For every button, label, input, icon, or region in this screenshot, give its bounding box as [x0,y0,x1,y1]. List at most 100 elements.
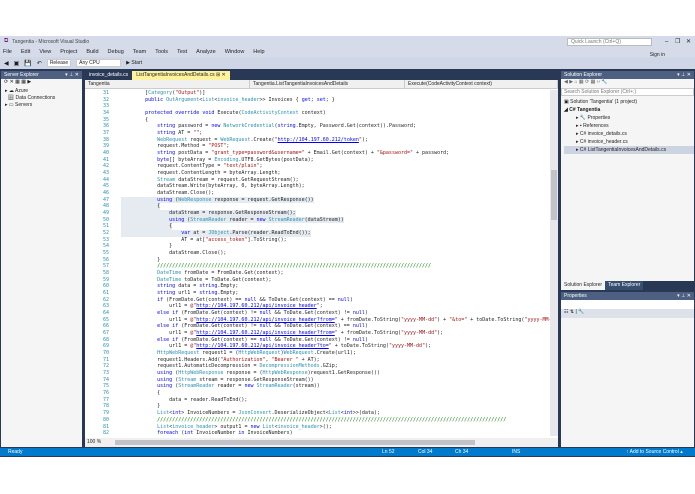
configuration-select[interactable]: Release [46,59,72,67]
code-line[interactable]: 63 url1 = @"http://104.197.60.212/api/in… [85,303,550,310]
code-line[interactable]: 40 string postData = "grant_type=passwor… [85,150,550,157]
close-tab-icon[interactable]: ⊞ ✕ [216,72,226,78]
code-line[interactable]: 31 [Category("Output")] [85,90,550,97]
code-line[interactable]: 62 if (FromDate.Get(context) == null && … [85,297,550,304]
zoom-level[interactable]: 100 % [87,439,101,445]
save-icon[interactable]: 💾 [24,60,31,67]
code-line[interactable]: 48 { [85,203,550,211]
code-line[interactable]: 73 using (HttpWebResponse response = (Ht… [85,370,550,377]
code-line[interactable]: 57 /////////////////////////////////////… [85,263,550,270]
tree-item-data-connections[interactable]: 🗄 Data Connections [5,95,82,102]
maximize-button[interactable]: ❐ [675,38,680,45]
code-line[interactable]: 44 Stream dataStream = request.GetReques… [85,177,550,184]
code-line[interactable]: 61 string url1 = string.Empty; [85,290,550,297]
code-line[interactable]: 35 { [85,117,550,124]
project-nav-dropdown[interactable]: Tangentia [85,80,250,88]
tree-properties[interactable]: ▸ 🔧 Properties [564,114,694,122]
menu-build[interactable]: Build [86,49,98,55]
close-button[interactable]: ✕ [686,38,691,45]
code-line[interactable]: 65 url1 = @"http://104.197.60.212/api/in… [85,317,550,324]
code-line[interactable]: 77 data = reader.ReadToEnd(); [85,397,550,404]
code-line[interactable]: 70 HttpWebRequest request1 = (HttpWebReq… [85,350,550,357]
code-line[interactable]: 64 else if (FromDate.Get(context) != nul… [85,310,550,317]
code-line[interactable]: 55 dataStream.Close(); [85,250,550,257]
menu-edit[interactable]: Edit [21,49,30,55]
code-line[interactable]: 42 request.ContentType = "text/plain"; [85,163,550,170]
code-line[interactable]: 66 else if (FromDate.Get(context) != nul… [85,323,550,330]
code-line[interactable]: 39 request.Method = "POST"; [85,143,550,150]
back-icon[interactable]: ◀ [4,60,9,67]
code-line[interactable]: 37 string AT = ""; [85,130,550,137]
member-nav-dropdown[interactable]: Execute(CodeActivityContext context) [405,80,558,88]
tree-item-azure[interactable]: ▸ ☁ Azure [5,88,82,95]
tree-references[interactable]: ▸ ▪ References [564,122,694,130]
code-line[interactable]: 58 DateTime fromDate = FromDate.Get(cont… [85,270,550,277]
code-line[interactable]: 68 else if (FromDate.Get(context) == nul… [85,337,550,344]
code-line[interactable]: 59 DateTime toDate = ToDate.Get(context)… [85,277,550,284]
menu-analyze[interactable]: Analyze [196,49,216,55]
code-line[interactable]: 60 string data = string.Empty; [85,283,550,290]
code-area[interactable]: 31 [Category("Output")] 32 public OutArgu… [85,90,550,436]
code-line[interactable]: 75 using (StreamReader reader = new Stre… [85,383,550,390]
code-line[interactable]: 80 /////////////////////////////////////… [85,417,550,424]
code-line[interactable]: 41 byte[] byteArray = Encoding.UTF8.GetB… [85,157,550,164]
code-line[interactable]: 45 dataStream.Write(byteArray, 0, byteAr… [85,183,550,190]
code-line[interactable]: 81 List<invoice_header> output1 = new Li… [85,424,550,431]
code-line[interactable]: 46 dataStream.Close(); [85,190,550,197]
code-line[interactable]: 67 url1 = @"http://104.197.60.212/api/in… [85,330,550,337]
menu-team[interactable]: Team [133,49,146,55]
tree-item-servers[interactable]: ▸ ▭ Servers [5,102,82,109]
close-icon[interactable]: ▾ ⊥ ✕ [65,71,79,79]
tree-file[interactable]: ▸ C# invoice_header.cs [564,138,694,146]
code-line[interactable]: 34 protected override void Execute(CodeA… [85,110,550,117]
tree-project[interactable]: ◢ C# Tangentia [564,106,694,114]
code-line[interactable]: 79 List<int> InvoiceNumbers = JsonConver… [85,410,550,417]
code-line[interactable]: 32 public OutArgument<List<invoice_heade… [85,97,550,104]
minimize-button[interactable]: – [665,39,668,45]
horizontal-scrollbar[interactable]: 100 % [85,438,558,447]
code-line[interactable]: 36 string password = new NetworkCredenti… [85,123,550,130]
tab-list-tangentia[interactable]: ListTangentiaInvoicesAndDetails.cs ⊞ ✕ [132,71,230,80]
code-line[interactable]: 82 foreach (int InvoiceNumber in Invoice… [85,430,550,436]
code-line[interactable]: 38 WebRequest request = WebRequest.Creat… [85,137,550,144]
code-line[interactable]: 54 } [85,243,550,250]
solution-search-input[interactable]: Search Solution Explorer (Ctrl+;) [561,88,694,96]
menu-file[interactable]: File [3,49,12,55]
code-line[interactable]: 51 { [85,223,550,231]
undo-icon[interactable]: ↶ [37,60,42,67]
menu-debug[interactable]: Debug [108,49,124,55]
code-line[interactable]: 52 var at = JObject.Parse(reader.ReadToE… [85,230,550,237]
code-line[interactable]: 49 dataStream = response.GetResponseStre… [85,210,550,217]
new-project-icon[interactable]: ▣ [14,60,20,67]
code-line[interactable]: 76 { [85,390,550,397]
code-line[interactable]: 50 using (StreamReader reader = new Stre… [85,216,550,224]
properties-object-select[interactable] [561,300,694,309]
tree-solution[interactable]: ▣ Solution 'Tangentia' (1 project) [564,98,694,106]
code-line[interactable]: 71 request1.Headers.Add("Authorization",… [85,357,550,364]
code-line[interactable]: 69 url1 = @"http://104.197.60.212/api/in… [85,343,550,350]
menu-test[interactable]: Test [177,49,187,55]
tab-solution-explorer[interactable]: Solution Explorer [561,281,606,290]
class-nav-dropdown[interactable]: Tangentia.ListTangentiaInvoicesAndDetail… [250,80,405,88]
menu-tools[interactable]: Tools [155,49,168,55]
menu-window[interactable]: Window [225,49,245,55]
tree-file-selected[interactable]: ▸ C# ListTangentiaInvoicesAndDetails.cs [564,146,694,154]
menu-project[interactable]: Project [60,49,77,55]
menu-view[interactable]: View [39,49,51,55]
quick-launch-input[interactable]: Quick Launch (Ctrl+Q) [567,38,652,46]
tree-file[interactable]: ▸ C# invoice_details.cs [564,130,694,138]
code-line[interactable]: 53 AT = at["access_token"].ToString(); [85,237,550,244]
menu-help[interactable]: Help [253,49,264,55]
code-line[interactable]: 47 using (WebResponse response = request… [85,196,550,204]
add-to-source-control[interactable]: ↑ Add to Source Control ▴ [626,448,683,456]
start-button[interactable]: ▶ Start [126,60,142,66]
tab-invoice-details[interactable]: invoice_details.cs [85,71,132,80]
code-line[interactable]: 43 request.ContentLength = byteArray.Len… [85,170,550,177]
code-line[interactable]: 33 [85,103,550,110]
tab-team-explorer[interactable]: Team Explorer [605,281,644,290]
code-line[interactable]: 56 } [85,257,550,264]
code-line[interactable]: 74 using (Stream stream = response.GetRe… [85,377,550,384]
code-line[interactable]: 78 } [85,403,550,410]
code-line[interactable]: 72 request1.AutomaticDecompression = Dec… [85,363,550,370]
vertical-scrollbar[interactable] [550,90,558,436]
